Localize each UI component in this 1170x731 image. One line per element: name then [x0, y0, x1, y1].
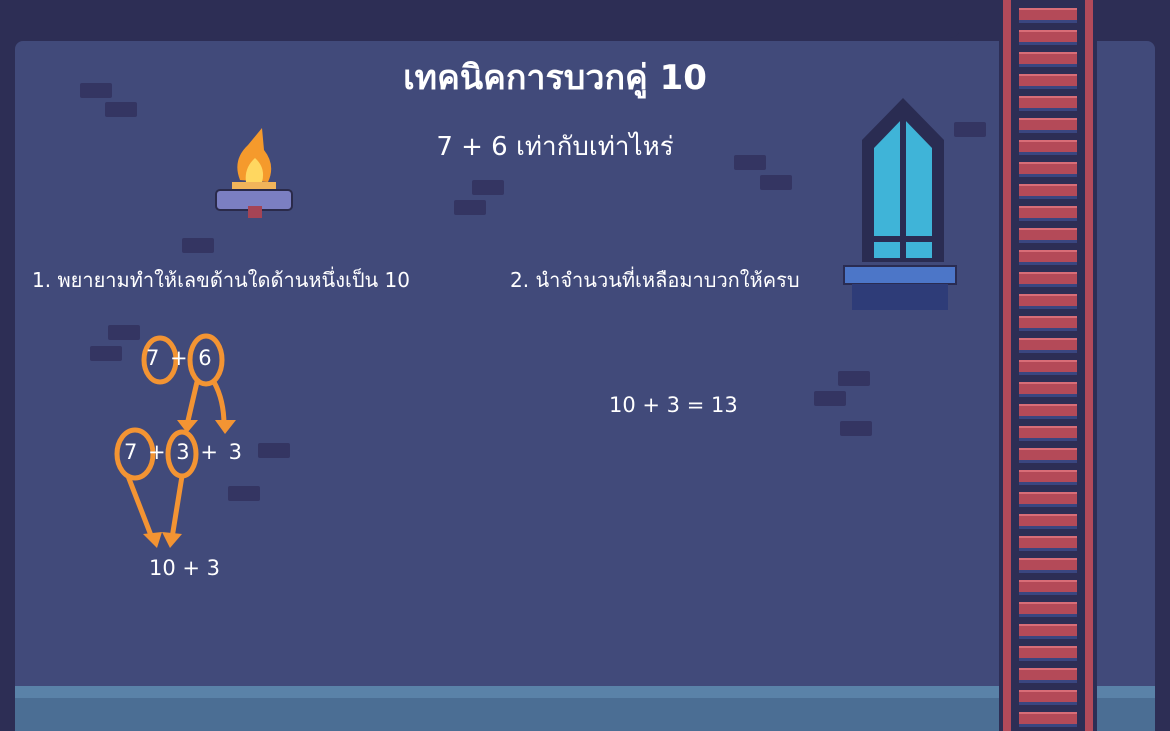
step-1-text: 1. พยายามทำให้เลขด้านใดด้านหนึ่งเป็น 10 — [32, 268, 410, 292]
lesson-title: เทคนิคการบวกคู่ 10 — [403, 58, 707, 98]
question-text: 7 + 6 เท่ากับเท่าไหร่ — [436, 132, 674, 162]
step-2-text: 2. นำจำนวนที่เหลือมาบวกให้ครบ — [510, 268, 800, 292]
work-line-1: 7 + 6 — [146, 346, 214, 370]
answer-text: 10 + 3 = 13 — [609, 393, 738, 417]
work-line-2: 7 + 3 + 3 — [124, 440, 244, 464]
game-scene: เทคนิคการบวกคู่ 10 7 + 6 เท่ากับเท่าไหร่… — [0, 0, 1170, 731]
work-line-3: 10 + 3 — [149, 556, 221, 580]
